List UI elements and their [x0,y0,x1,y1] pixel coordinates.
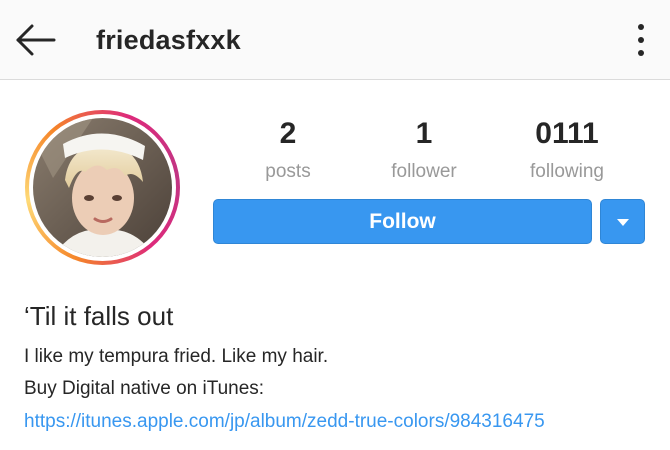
followers-label: follower [391,161,457,182]
avatar-border [29,114,176,261]
suggestions-dropdown-button[interactable] [600,199,645,244]
bio-line-1: I like my tempura fried. Like my hair. [24,346,329,367]
posts-count: 2 [279,117,297,150]
more-options-button[interactable] [626,22,656,60]
following-count: 0111 [535,117,599,150]
bio-line-2: Buy Digital native on iTunes: [24,378,265,399]
back-button[interactable] [12,20,58,60]
following-label: following [530,161,604,182]
avatar [33,118,172,257]
arrow-left-icon [16,24,56,56]
bio-name: ‘Til it falls out [24,301,174,331]
following-stat[interactable]: 0111 following [492,116,642,184]
followers-stat[interactable]: 1 follower [349,116,499,184]
top-bar: friedasfxxk [0,0,670,80]
follow-button[interactable]: Follow [213,199,592,244]
posts-label: posts [265,161,311,182]
profile-username: friedasfxxk [96,25,241,55]
avatar-story-ring[interactable] [25,110,180,265]
profile-photo [33,118,172,257]
caret-down-icon [617,219,629,226]
posts-stat[interactable]: 2 posts [213,116,363,184]
profile-screen: friedasfxxk 2 posts 1 follower 0111 foll… [0,0,670,450]
bio-link[interactable]: https://itunes.apple.com/jp/album/zedd-t… [24,410,545,434]
followers-count: 1 [415,117,433,150]
